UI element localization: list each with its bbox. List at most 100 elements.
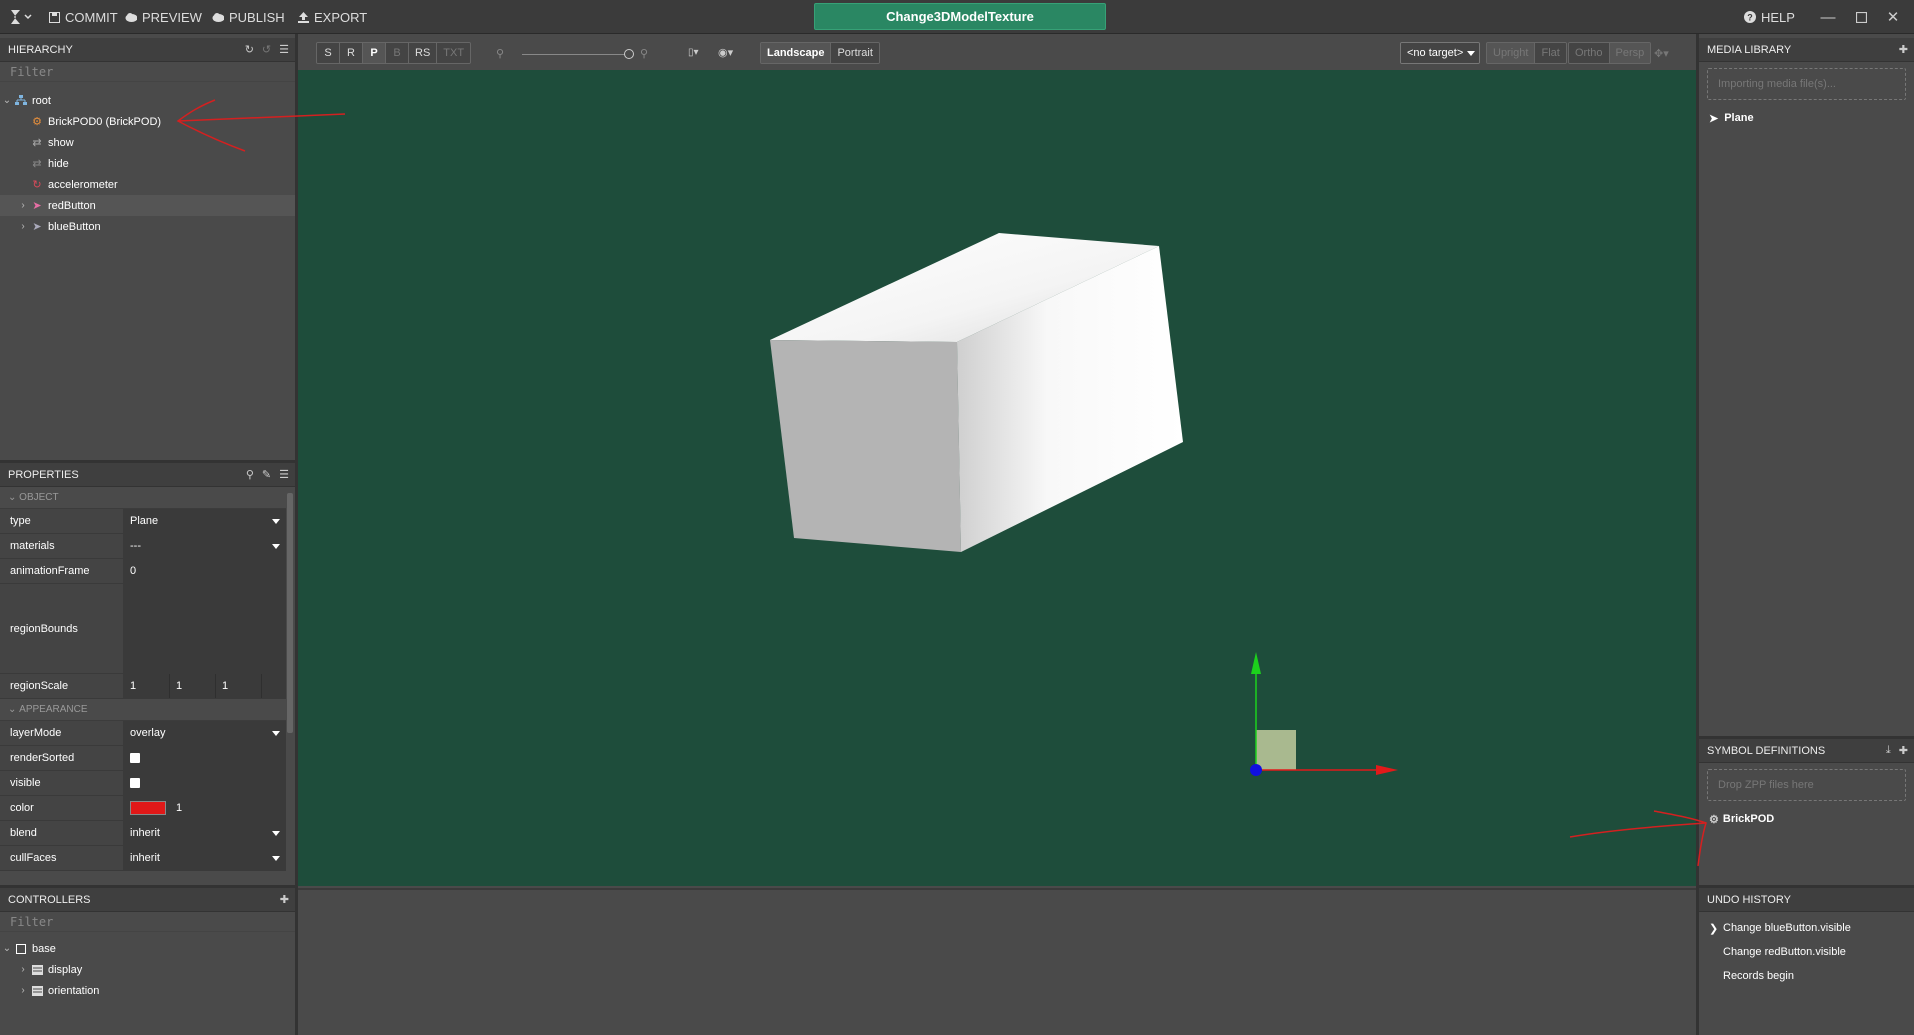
regionscale-values: 1 1 1 xyxy=(124,674,286,698)
chevron-right-icon[interactable]: › xyxy=(16,964,30,975)
transform-gizmo[interactable] xyxy=(1250,652,1398,776)
animationframe-input[interactable]: 0 xyxy=(124,559,286,583)
tree-item-redbutton[interactable]: › ➤ redButton xyxy=(0,195,295,216)
blend-select[interactable]: inherit xyxy=(124,821,286,845)
cullfaces-select[interactable]: inherit xyxy=(124,846,286,870)
regionscale-y-input[interactable]: 1 xyxy=(170,674,216,698)
rocket-icon: ➤ xyxy=(32,200,42,212)
import-icon[interactable]: ⤓ xyxy=(1886,744,1891,757)
tree-item-hide[interactable]: ⇄ hide xyxy=(0,153,295,174)
landscape-button[interactable]: Landscape xyxy=(761,43,832,63)
chevron-right-icon[interactable]: › xyxy=(16,985,30,996)
media-dropzone[interactable]: Importing media file(s)... xyxy=(1707,68,1906,100)
maximize-icon[interactable] xyxy=(1851,7,1871,27)
chevron-right-icon[interactable]: › xyxy=(16,200,30,211)
persp-button[interactable]: Persp xyxy=(1609,43,1651,63)
tree-item-brickpod0[interactable]: ⚙ BrickPOD0 (BrickPOD) xyxy=(0,111,295,132)
hierarchy-filter-input[interactable]: Filter xyxy=(0,62,295,82)
section-appearance[interactable]: ⌄ APPEARANCE xyxy=(0,699,286,721)
visible-checkbox[interactable] xyxy=(130,778,140,788)
gizmo-plane-handle[interactable] xyxy=(1256,730,1296,770)
symbol-item-brickpod[interactable]: ⚙ BrickPOD xyxy=(1699,807,1914,831)
controllers-header: CONTROLLERS ✚ xyxy=(0,888,295,912)
regionscale-z-input[interactable]: 1 xyxy=(216,674,262,698)
app-menu-button[interactable] xyxy=(8,8,36,26)
ortho-button[interactable]: Ortho xyxy=(1569,43,1610,63)
undo-item[interactable]: Records begin xyxy=(1699,964,1914,988)
prop-key: animationFrame xyxy=(0,559,124,583)
chevron-down-icon[interactable]: ⌄ xyxy=(0,95,14,106)
commit-button[interactable]: COMMIT xyxy=(48,9,118,25)
undo-item[interactable]: ❯ Change blueButton.visible xyxy=(1699,916,1914,940)
mode-s-button[interactable]: S xyxy=(317,43,340,63)
layermode-select[interactable]: overlay xyxy=(124,721,286,745)
search-icon[interactable]: ⚲ xyxy=(246,468,254,481)
tree-item-orientation[interactable]: › orientation xyxy=(0,980,295,1001)
prop-key: renderSorted xyxy=(0,746,124,770)
controllers-filter-input[interactable]: Filter xyxy=(0,912,295,932)
project-name-button[interactable]: Change3DModelTexture xyxy=(814,3,1106,30)
color-swatch[interactable] xyxy=(130,801,166,815)
mode-p-button[interactable]: P xyxy=(363,43,386,63)
mode-rs-button[interactable]: RS xyxy=(409,43,438,63)
media-item-plane[interactable]: ➤ Plane xyxy=(1699,106,1914,130)
add-icon[interactable]: ✚ xyxy=(280,893,289,906)
zoom-in-icon[interactable]: ⚲ xyxy=(640,47,648,60)
tree-item-base[interactable]: ⌄ base xyxy=(0,938,295,959)
view-upright-flat-group: Upright Flat xyxy=(1486,42,1567,64)
preview-button[interactable]: PREVIEW xyxy=(125,9,202,25)
portrait-button[interactable]: Portrait xyxy=(831,43,879,63)
materials-select[interactable]: --- xyxy=(124,534,286,558)
mode-b-button[interactable]: B xyxy=(386,43,409,63)
menu-icon[interactable]: ☰ xyxy=(279,468,289,481)
globe-dropdown-icon[interactable]: ◉▾ xyxy=(718,46,733,59)
dropdown-arrow-icon xyxy=(272,831,280,836)
target-select[interactable]: <no target> xyxy=(1400,42,1481,64)
close-icon[interactable]: ✕ xyxy=(1883,7,1903,27)
zoom-out-icon[interactable]: ⚲ xyxy=(496,47,504,60)
publish-button[interactable]: PUBLISH xyxy=(212,9,285,25)
upright-button[interactable]: Upright xyxy=(1487,43,1536,63)
flat-button[interactable]: Flat xyxy=(1535,43,1566,63)
timeline-panel xyxy=(298,888,1696,1035)
properties-scrollbar[interactable] xyxy=(287,493,293,733)
rendersorted-checkbox[interactable] xyxy=(130,753,140,763)
regionbounds-input[interactable] xyxy=(124,584,286,673)
tree-item-bluebutton[interactable]: › ➤ blueButton xyxy=(0,216,295,237)
camera-dropdown-icon[interactable]: ✥▾ xyxy=(1654,47,1669,60)
zoom-slider-handle[interactable] xyxy=(624,49,634,59)
mode-txt-button[interactable]: TXT xyxy=(437,43,471,63)
section-object[interactable]: ⌄ OBJECT xyxy=(0,487,286,509)
add-icon[interactable]: ✚ xyxy=(1899,744,1908,757)
undo-item[interactable]: Change redButton.visible xyxy=(1699,940,1914,964)
gizmo-x-arrow[interactable] xyxy=(1376,765,1398,775)
mode-r-button[interactable]: R xyxy=(340,43,363,63)
prop-row-animationframe: animationFrame 0 xyxy=(0,559,286,584)
chevron-down-icon[interactable]: ⌄ xyxy=(0,943,14,954)
export-button[interactable]: EXPORT xyxy=(297,9,367,25)
type-select[interactable]: Plane xyxy=(124,509,286,533)
media-item-label: Plane xyxy=(1724,112,1754,124)
edit-icon[interactable]: ✎ xyxy=(262,468,271,481)
symbol-dropzone[interactable]: Drop ZPP files here xyxy=(1707,769,1906,801)
minimize-icon[interactable]: — xyxy=(1818,7,1838,27)
tree-item-display[interactable]: › display xyxy=(0,959,295,980)
refresh-icon[interactable]: ↻ xyxy=(245,43,254,56)
help-button[interactable]: ? HELP xyxy=(1744,9,1795,25)
redo-icon[interactable]: ↺ xyxy=(262,43,271,56)
tree-item-show[interactable]: ⇄ show xyxy=(0,132,295,153)
gizmo-z-handle[interactable] xyxy=(1250,764,1262,776)
prop-value: --- xyxy=(130,540,141,552)
gizmo-y-arrow[interactable] xyxy=(1251,652,1261,674)
chevron-right-icon[interactable]: › xyxy=(16,221,30,232)
color-alpha-input[interactable]: 1 xyxy=(176,802,182,814)
device-dropdown-icon[interactable]: ▯▾ xyxy=(688,47,699,58)
tree-item-root[interactable]: ⌄ root xyxy=(0,90,295,111)
tree-item-accelerometer[interactable]: ↻ accelerometer xyxy=(0,174,295,195)
scene-viewport[interactable] xyxy=(298,70,1696,886)
add-icon[interactable]: ✚ xyxy=(1899,43,1908,56)
zoom-slider-track[interactable] xyxy=(522,54,630,55)
cube-model[interactable] xyxy=(770,233,1183,552)
regionscale-x-input[interactable]: 1 xyxy=(124,674,170,698)
menu-icon[interactable]: ☰ xyxy=(279,43,289,56)
